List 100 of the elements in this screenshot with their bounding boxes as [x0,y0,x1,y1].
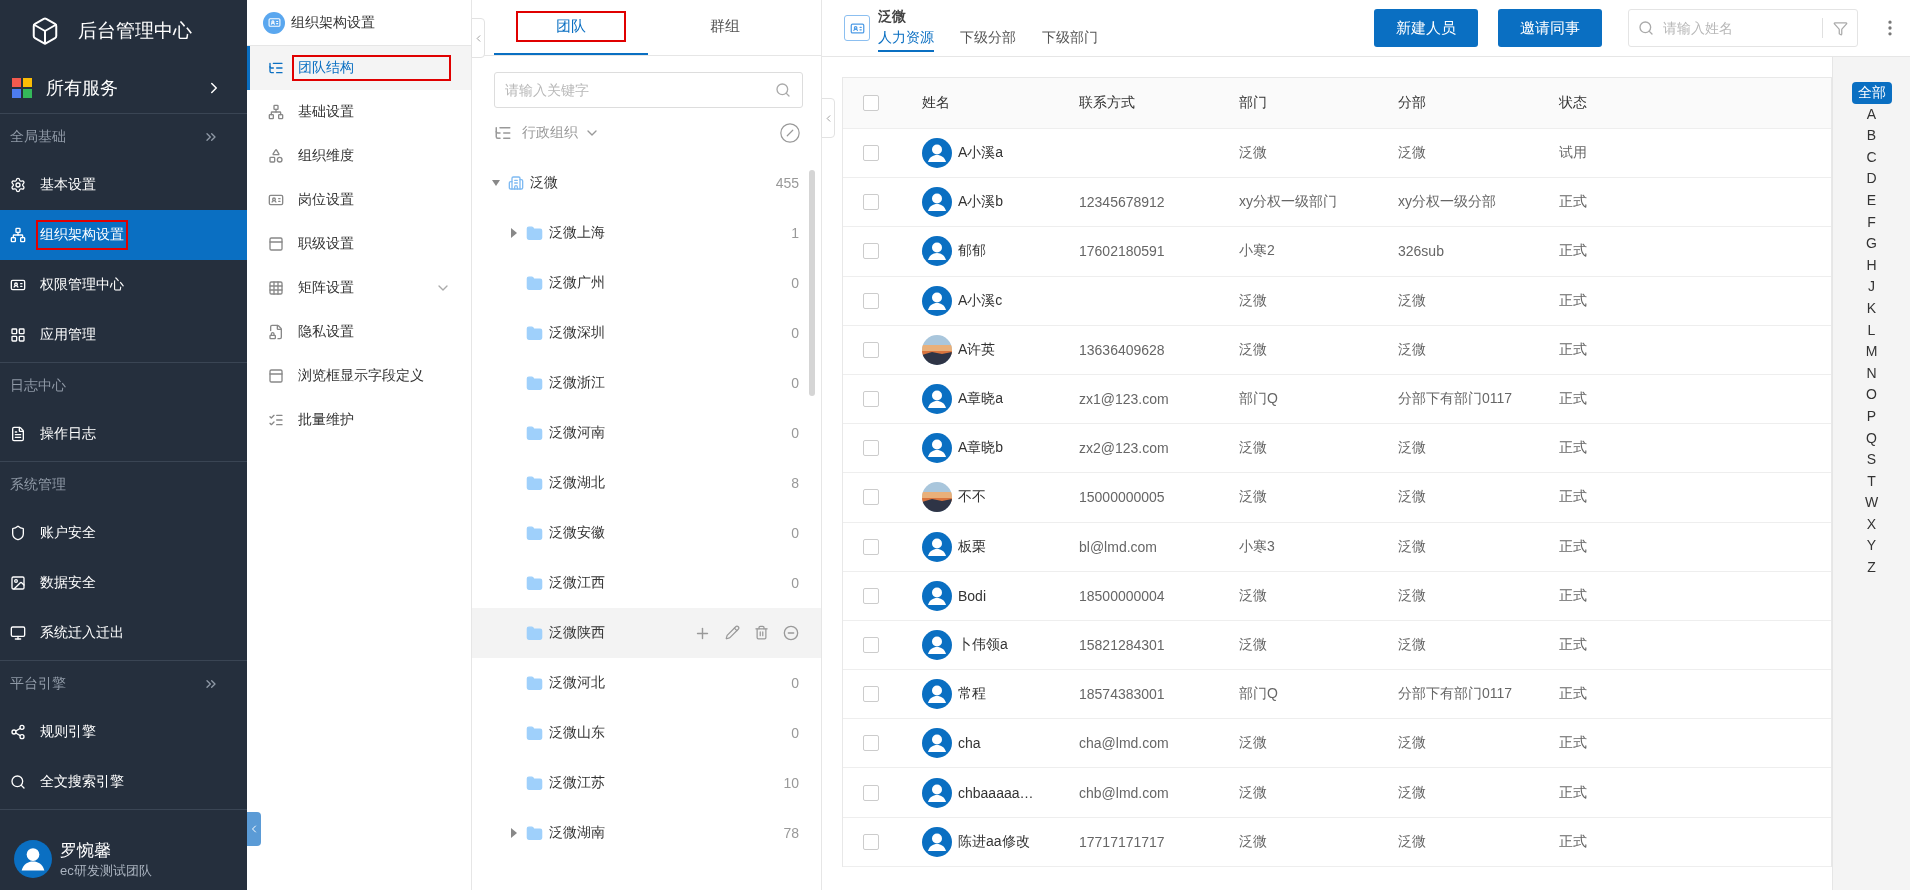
letter-filter[interactable]: A [1860,103,1883,126]
tree-node[interactable]: 泛微 455 [472,158,821,208]
checkbox[interactable] [863,440,879,457]
collapse-handle[interactable] [471,18,485,58]
checkbox[interactable] [863,341,879,358]
action-button[interactable]: 新建人员 [1374,9,1478,47]
checkbox[interactable] [863,194,879,211]
tree-node[interactable]: 泛微浙江 0 [472,358,821,408]
table-cell-text: 泛微 [1398,291,1427,310]
sidebar-item[interactable]: 基本设置 [0,160,247,210]
checkbox[interactable] [863,391,879,408]
table-cell-text: 泛微 [1398,783,1427,802]
tree-node[interactable]: 泛微广州 0 [472,258,821,308]
id-card-icon [844,15,870,41]
letter-filter[interactable]: G [1860,233,1883,255]
tree-node[interactable]: 泛微湖南 78 [472,808,821,858]
tree-node[interactable]: 泛微安徽 0 [472,508,821,558]
letter-filter[interactable]: X [1860,513,1883,536]
letter-filter[interactable]: B [1860,125,1883,147]
search-field[interactable]: 请输入关键字 [494,72,803,108]
checkbox[interactable] [863,587,879,604]
checkbox[interactable] [863,735,879,752]
checkbox[interactable] [863,784,879,801]
checkbox[interactable] [863,489,879,506]
action-button[interactable]: 邀请同事 [1498,9,1602,47]
member-count: 0 [791,275,799,291]
tab[interactable]: 下级分部 [960,26,1016,52]
tab[interactable]: 人力资源 [878,26,934,52]
submenu-item[interactable]: 职级设置 [247,222,471,266]
tab[interactable]: 团队 [494,0,648,55]
submenu-item-label: 浏览框显示字段定义 [297,366,425,385]
checkbox[interactable] [863,636,879,653]
checkbox[interactable] [863,243,879,260]
checkbox[interactable] [863,538,879,555]
cube-logo-icon [30,16,60,46]
folder-icon [526,374,543,392]
edit-icon[interactable] [725,624,740,640]
scrollbar[interactable] [809,170,815,396]
letter-filter[interactable]: C [1860,146,1883,169]
letter-filter[interactable]: K [1860,297,1883,320]
tree-node[interactable]: 泛微江苏 10 [472,758,821,808]
sidebar-item[interactable]: 组织架构设置 [0,210,247,260]
collapse-handle[interactable] [821,98,835,138]
collapse-handle[interactable] [247,812,261,846]
filter-icon[interactable] [1833,20,1848,36]
table-cell-text: 泛微 [1398,635,1427,654]
sidebar-item[interactable]: 权限管理中心 [0,260,247,310]
letter-filter[interactable]: T [1861,470,1882,493]
tree-node[interactable]: 泛微陕西 [472,608,821,658]
delete-icon[interactable] [754,624,769,640]
submenu-item[interactable]: 基础设置 [247,90,471,134]
letter-filter[interactable]: W [1858,492,1885,514]
shield-icon [10,525,26,541]
letter-filter[interactable]: F [1861,211,1882,234]
sidebar-item[interactable]: 账户安全 [0,508,247,558]
tree-node[interactable]: 泛微河北 0 [472,658,821,708]
tree-node[interactable]: 泛微河南 0 [472,408,821,458]
submenu-item[interactable]: 隐私设置 [247,310,471,354]
letter-filter[interactable]: H [1860,254,1883,277]
submenu-item[interactable]: 批量维护 [247,398,471,442]
minus-icon[interactable] [783,624,799,641]
search-field[interactable]: 请输入姓名 [1628,9,1858,47]
letter-filter[interactable]: P [1860,405,1883,428]
tree-node[interactable]: 泛微山东 0 [472,708,821,758]
letter-filter[interactable]: J [1862,276,1881,298]
letter-filter[interactable]: Q [1860,427,1883,450]
sidebar-item[interactable]: 数据安全 [0,558,247,608]
all-services-button[interactable]: 所有服务 [0,62,247,114]
letter-filter[interactable]: E [1860,189,1883,212]
submenu-item[interactable]: 矩阵设置 [247,266,471,310]
letter-filter[interactable]: Y [1860,535,1883,558]
checkbox[interactable] [863,686,879,703]
checkbox[interactable] [863,145,879,162]
letter-filter[interactable]: O [1860,384,1883,406]
tree-node[interactable]: 泛微江西 0 [472,558,821,608]
tree-node-label: 泛微陕西 [549,624,606,642]
tree-node[interactable]: 泛微湖北 8 [472,458,821,508]
sidebar-item[interactable]: 全文搜索引擎 [0,757,247,807]
tree-node[interactable]: 泛微深圳 0 [472,308,821,358]
sidebar-item[interactable]: 规则引擎 [0,707,247,757]
submenu-item[interactable]: 组织维度 [247,134,471,178]
letter-filter[interactable]: N [1860,362,1883,385]
checkbox[interactable] [863,833,879,850]
tab[interactable]: 群组 [648,0,802,55]
sidebar-item[interactable]: 操作日志 [0,409,247,459]
submenu-item[interactable]: 岗位设置 [247,178,471,222]
checkbox[interactable] [863,95,879,111]
letter-filter[interactable]: 全部 [1851,82,1892,104]
letter-filter[interactable]: M [1859,341,1884,363]
submenu-item[interactable]: 浏览框显示字段定义 [247,354,471,398]
letter-filter[interactable]: L [1861,319,1882,342]
submenu-item[interactable]: 团队结构 [247,46,471,90]
tree-node[interactable]: 泛微上海 1 [472,208,821,258]
letter-filter[interactable]: Z [1861,557,1882,579]
sidebar-item[interactable]: 应用管理 [0,310,247,360]
checkbox[interactable] [863,292,879,309]
letter-filter[interactable]: D [1860,168,1883,190]
sidebar-item[interactable]: 系统迁入迁出 [0,608,247,658]
tab[interactable]: 下级部门 [1042,26,1098,52]
letter-filter[interactable]: S [1860,449,1883,471]
